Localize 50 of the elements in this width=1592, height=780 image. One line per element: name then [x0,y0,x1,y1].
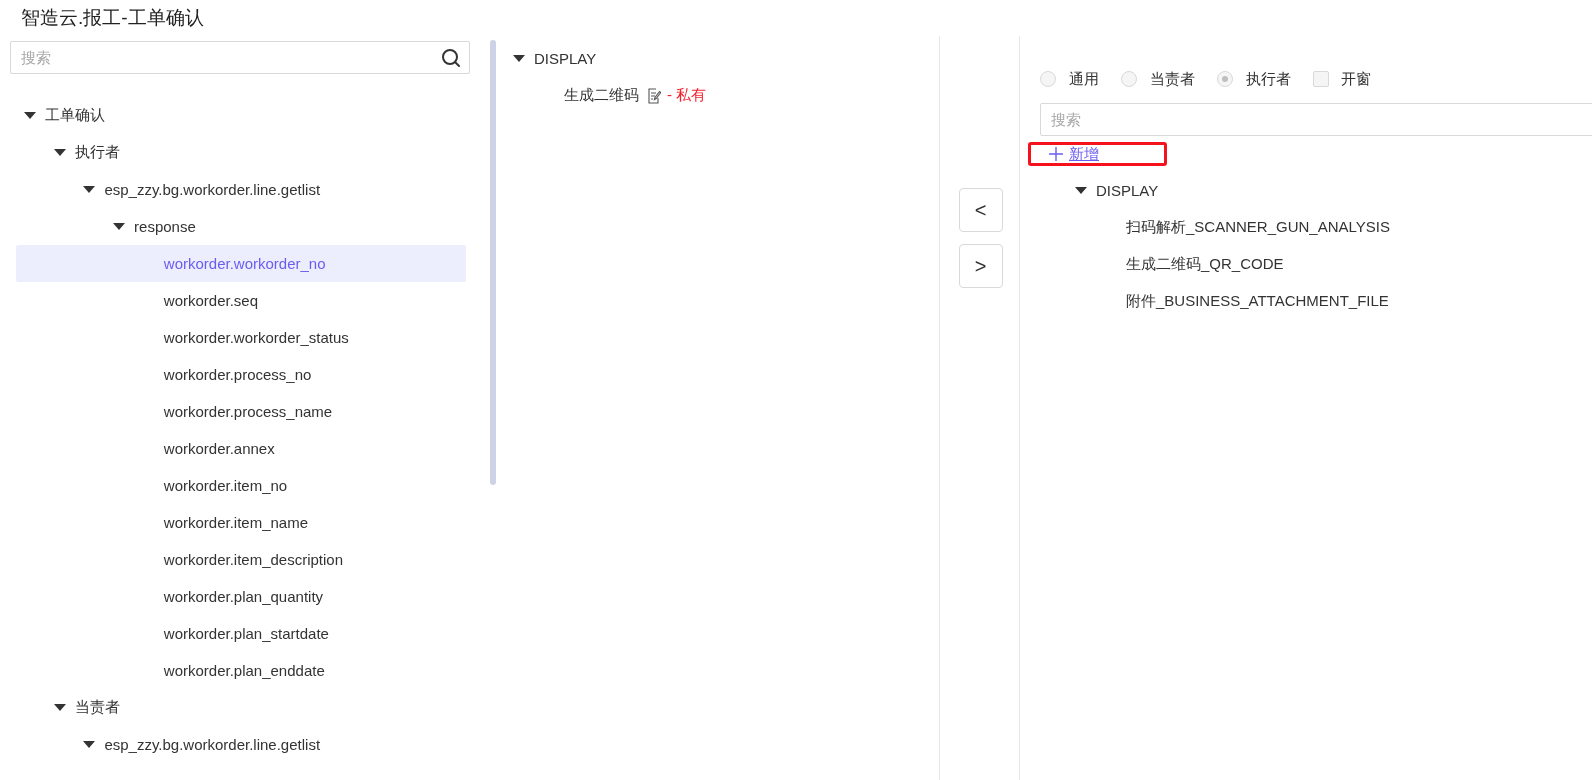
edit-icon[interactable] [647,87,661,104]
page-title: 智造云.报工-工单确认 [20,6,205,30]
radio-button[interactable] [1040,71,1056,87]
caret-icon[interactable] [24,111,36,120]
radio-button[interactable] [1121,71,1137,87]
caret-icon[interactable] [53,703,66,712]
tree-item[interactable]: 执行者 [16,134,466,171]
option-label[interactable]: 当责者 [1150,69,1195,89]
tree-item[interactable]: workorder.item_no [16,467,466,504]
tree-item[interactable]: workorder.process_name [16,393,466,430]
caret-icon[interactable] [53,148,66,157]
tree-item[interactable]: 生成二维码_QR_CODE [1040,246,1592,283]
tree-item[interactable]: esp_zzy.bg.workorder.line.getlist [16,171,466,208]
caret-icon[interactable] [1075,186,1087,195]
tree-item[interactable]: 扫码解析_SCANNER_GUN_ANALYSIS [1040,209,1592,246]
tree-item[interactable]: DISPLAY [1040,172,1592,209]
tree-item[interactable]: DISPLAY [498,40,939,77]
tree-item[interactable]: workorder.plan_enddate [16,652,466,689]
checkbox[interactable] [1313,71,1329,87]
search-icon[interactable] [441,48,461,68]
tree-item[interactable]: workorder.process_no [16,356,466,393]
tree-item[interactable]: 当责者 [16,689,466,726]
tree-item[interactable]: workorder.item_description [16,541,466,578]
option-label[interactable]: 开窗 [1341,69,1371,89]
scrollbar[interactable] [490,40,496,485]
add-link[interactable]: 新增 [1028,142,1167,166]
arrow-button[interactable]: < [958,188,1003,232]
caret-icon[interactable] [83,185,96,194]
tree-item[interactable]: workorder.workorder_no [16,245,466,282]
option-label[interactable]: 执行者 [1246,69,1291,89]
tree-item[interactable]: response [16,208,466,245]
caret-icon[interactable] [113,222,126,231]
arrow-button[interactable]: > [958,244,1003,288]
option-label[interactable]: 通用 [1069,69,1099,89]
tree-item[interactable]: workorder.plan_startdate [16,615,466,652]
tree-item[interactable]: workorder.annex [16,430,466,467]
tree-item[interactable]: 生成二维码 - 私有 [498,77,939,114]
tree-item[interactable]: workorder.workorder_status [16,319,466,356]
plus-icon [1049,147,1063,161]
search-field[interactable]: 搜索 [1040,103,1592,136]
tree-item[interactable]: workorder.plan_quantity [16,578,466,615]
tree-item[interactable]: esp_zzy.bg.workorder.line.getlist [16,726,466,763]
search-field[interactable]: 搜索 [10,41,470,74]
caret-icon[interactable] [513,54,525,63]
tree-item[interactable]: workorder.seq [16,282,466,319]
radio-button[interactable] [1217,71,1233,87]
tree-item[interactable]: 附件_BUSINESS_ATTACHMENT_FILE [1040,283,1592,320]
tree-item[interactable]: workorder.item_name [16,504,466,541]
tree-item[interactable]: 工单确认 [16,97,466,134]
caret-icon[interactable] [83,740,96,749]
